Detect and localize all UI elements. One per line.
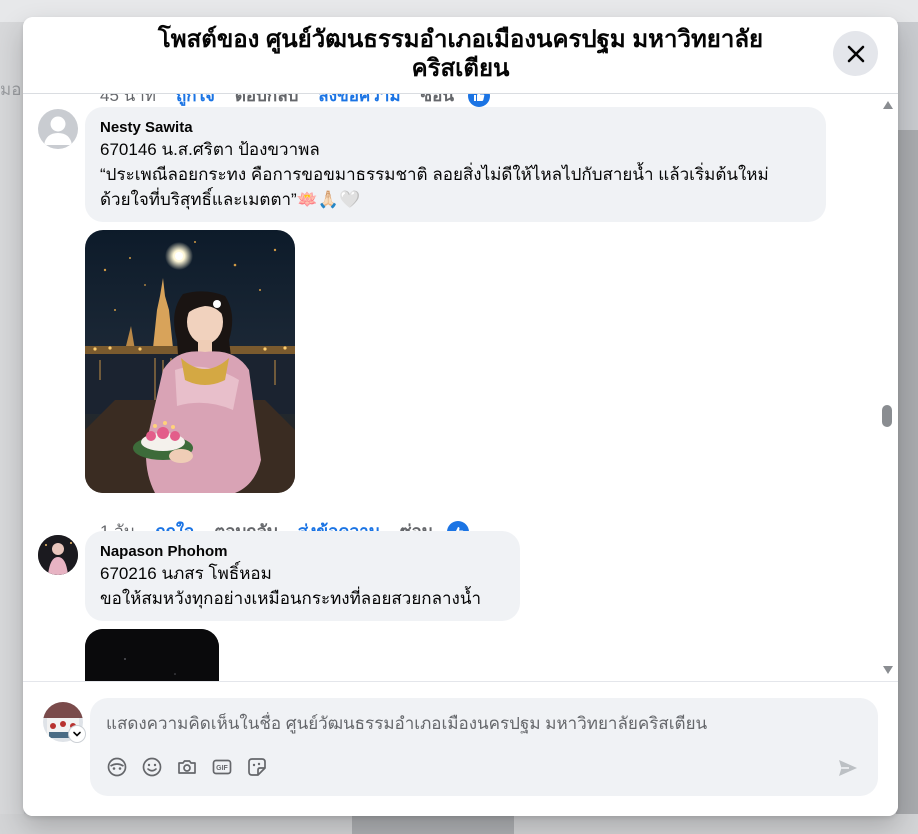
- post-modal: โพสต์ของ ศูนย์วัฒนธรรมอำเภอเมืองนครปฐม ม…: [23, 17, 898, 816]
- comment-composer: GIF: [23, 681, 898, 816]
- comment-photo[interactable]: [85, 629, 219, 681]
- comment-text-line: ขอให้สมหวังทุกอย่างเหมือนกระทงที่ลอยสวยก…: [100, 589, 482, 608]
- avatar-nesty-sawita[interactable]: [38, 109, 78, 149]
- avatar-sticker-icon: [107, 757, 127, 777]
- close-button[interactable]: [833, 31, 878, 76]
- gif-button[interactable]: GIF: [211, 756, 233, 778]
- comment-input[interactable]: [104, 712, 848, 736]
- modal-header: โพสต์ของ ศูนย์วัฒนธรรมอำเภอเมืองนครปฐม ม…: [23, 17, 898, 94]
- comment-text-line: 670216 นภสร โพธิ์หอม: [100, 564, 272, 583]
- composer-tools: GIF: [106, 756, 281, 778]
- modal-title: โพสต์ของ ศูนย์วัฒนธรรมอำเภอเมืองนครปฐม ม…: [157, 26, 764, 82]
- send-icon: [839, 760, 857, 776]
- comment-input-box: GIF: [90, 698, 878, 796]
- avatar-napason-phohom[interactable]: [38, 535, 78, 575]
- scrollbar-thumb[interactable]: [882, 405, 892, 427]
- comment-bubble: Napason Phohom 670216 นภสร โพธิ์หอม ขอให…: [85, 531, 520, 621]
- avatar-sticker-button[interactable]: [106, 756, 128, 778]
- scroll-down-arrow-icon[interactable]: [883, 666, 893, 674]
- scroll-up-arrow-icon[interactable]: [883, 101, 893, 109]
- comment-text-line: ด้วยใจที่บริสุทธิ์และเมตตา”🪷🙏🏻🤍: [100, 190, 361, 209]
- svg-text:GIF: GIF: [216, 765, 228, 772]
- emoji-icon: [142, 757, 162, 777]
- background-text-fragment: มอ: [0, 80, 22, 99]
- comment-bubble: Nesty Sawita 670146 น.ส.ศริตา ป้องขวาพล …: [85, 107, 826, 222]
- sticker-icon: [248, 758, 266, 776]
- photo-image: [85, 629, 219, 681]
- comment-text-line: 670146 น.ส.ศริตา ป้องขวาพล: [100, 140, 320, 159]
- emoji-button[interactable]: [141, 756, 163, 778]
- comment-text-line: “ประเพณีลอยกระทง คือการขอขมาธรรมชาติ ลอย…: [100, 165, 769, 184]
- photo-image: [85, 230, 295, 493]
- feed-scrollbar[interactable]: [878, 94, 898, 681]
- default-avatar-icon: [44, 116, 72, 145]
- photo-button[interactable]: [176, 756, 198, 778]
- comment-photo[interactable]: [85, 230, 295, 493]
- gif-icon: GIF: [212, 759, 232, 775]
- background-bottom-panel: [352, 814, 514, 834]
- camera-icon: [178, 760, 196, 774]
- background-left-strip: [0, 22, 24, 834]
- send-button[interactable]: [836, 756, 860, 780]
- comments-feed: 45 นาที ถูกใจ ตอบกลับ ส่งข้อความ ซ่อน Ne…: [23, 94, 898, 681]
- like-count-badge: [467, 94, 490, 107]
- comment-author[interactable]: Napason Phohom: [100, 542, 504, 561]
- thumbs-up-icon: [473, 94, 485, 101]
- comment-author[interactable]: Nesty Sawita: [100, 118, 810, 137]
- profile-photo: [38, 535, 78, 575]
- sticker-button[interactable]: [246, 756, 268, 778]
- chevron-down-icon: [73, 731, 81, 737]
- background-right-strip: [896, 130, 918, 834]
- close-icon: [847, 45, 864, 62]
- switch-profile-button[interactable]: [69, 726, 85, 742]
